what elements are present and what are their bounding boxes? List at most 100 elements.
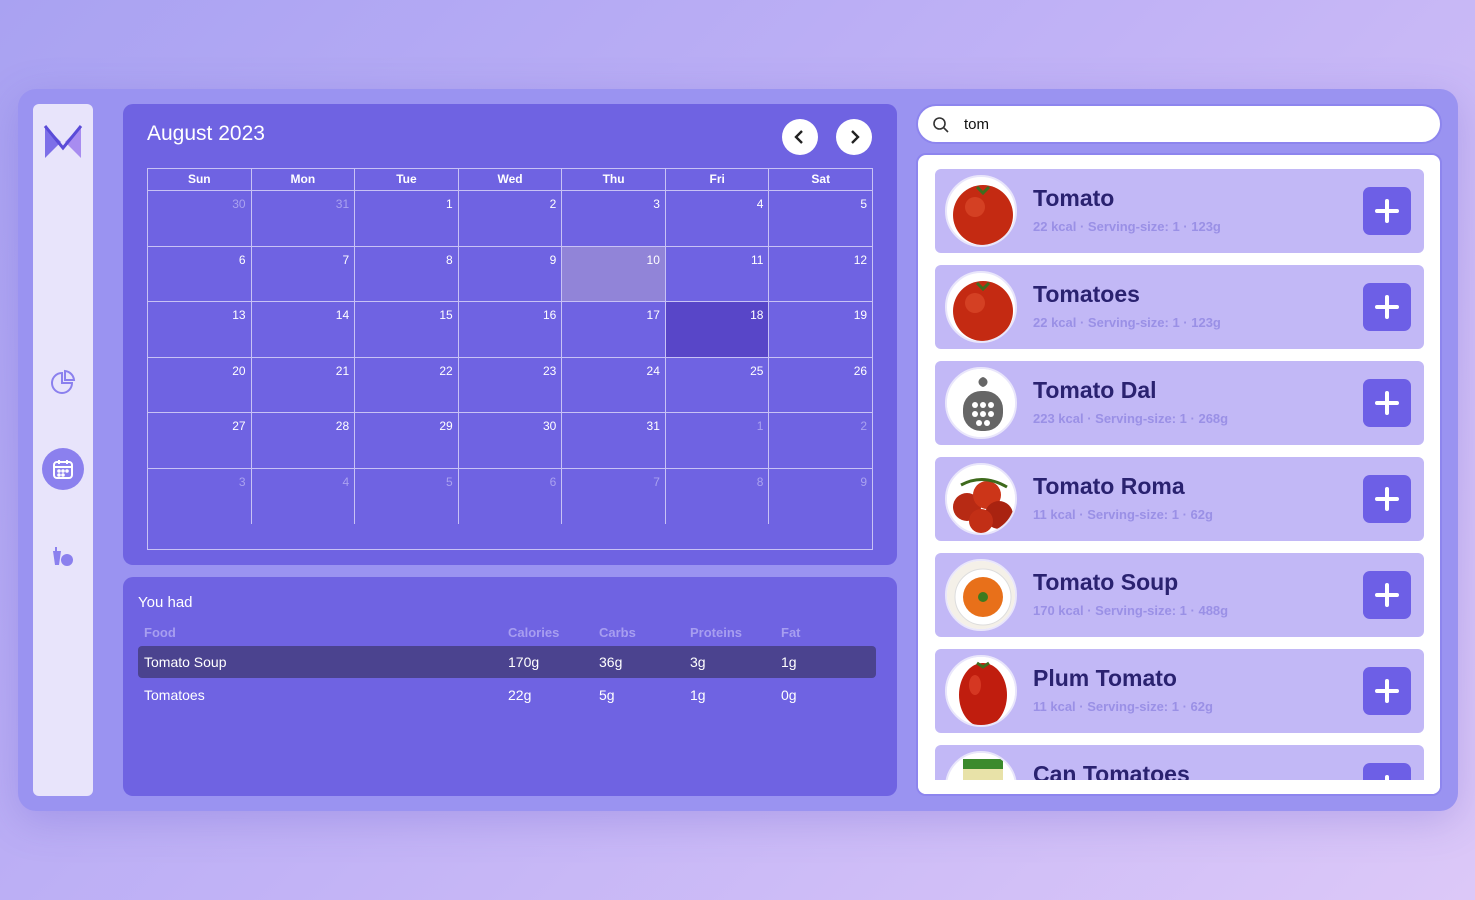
- cell-fat: 1g: [781, 654, 797, 670]
- calendar-day[interactable]: 25: [665, 357, 770, 413]
- food-result-item[interactable]: Tomato 22 kcal · Serving-size: 1 · 123g: [935, 169, 1424, 253]
- calendar-grid: Sun Mon Tue Wed Thu Fri Sat 30 31 1 2 3 4 5 6 7 8 9 10 11 1…: [147, 168, 873, 550]
- calendar-day[interactable]: 2: [769, 413, 873, 469]
- calendar-week: 13 14 15 16 17 18 19: [148, 302, 873, 358]
- food-log-title: You had: [138, 594, 193, 611]
- col-carbs: Carbs: [599, 625, 636, 640]
- calendar-day[interactable]: 30: [148, 191, 252, 247]
- calendar-day[interactable]: 8: [355, 246, 459, 302]
- col-fat: Fat: [781, 625, 801, 640]
- food-result-item[interactable]: Plum Tomato 11 kcal · Serving-size: 1 · 6…: [935, 649, 1424, 733]
- search-input[interactable]: tom: [916, 104, 1442, 144]
- food-log-header: Food Calories Carbs Proteins Fat: [138, 617, 876, 649]
- weekday-label: Tue: [355, 169, 459, 190]
- add-food-button[interactable]: [1363, 379, 1411, 427]
- plus-icon: [1375, 295, 1399, 319]
- food-thumbnail: [945, 559, 1017, 631]
- prev-month-button[interactable]: [782, 119, 818, 155]
- calendar-day[interactable]: 28: [251, 413, 356, 469]
- calendar-day[interactable]: 1: [665, 413, 770, 469]
- food-name: Plum Tomato: [1033, 665, 1177, 691]
- plus-icon: [1375, 583, 1399, 607]
- search-value: tom: [964, 116, 990, 133]
- plus-icon: [1375, 679, 1399, 703]
- calendar-day[interactable]: 14: [251, 302, 356, 358]
- calendar-day[interactable]: 31: [251, 191, 356, 247]
- col-food: Food: [144, 625, 176, 640]
- food-result-item[interactable]: Tomatoes 22 kcal · Serving-size: 1 · 123g: [935, 265, 1424, 349]
- cell-proteins: 3g: [690, 654, 706, 670]
- food-thumbnail: [945, 655, 1017, 727]
- calendar-day[interactable]: 20: [148, 357, 252, 413]
- calendar-day[interactable]: 4: [665, 191, 770, 247]
- calendar-day[interactable]: 1: [355, 191, 459, 247]
- calendar-day[interactable]: 23: [458, 357, 563, 413]
- calendar-day[interactable]: 5: [769, 191, 873, 247]
- calendar-icon[interactable]: [42, 448, 84, 490]
- food-name: Tomato Dal: [1033, 377, 1157, 403]
- calendar-day[interactable]: 5: [355, 468, 459, 524]
- add-food-button[interactable]: [1363, 475, 1411, 523]
- food-thumbnail: [945, 271, 1017, 343]
- calendar-day[interactable]: 16: [458, 302, 563, 358]
- calendar-day[interactable]: 8: [666, 468, 770, 524]
- calendar-day[interactable]: 27: [148, 413, 252, 469]
- weekday-label: Mon: [252, 169, 356, 190]
- table-row[interactable]: Tomatoes 22g 5g 1g 0g: [138, 679, 876, 711]
- calendar-day[interactable]: 7: [251, 246, 356, 302]
- weekday-label: Thu: [562, 169, 666, 190]
- calendar-panel: August 2023 Sun Mon Tue Wed Thu Fri Sat 30 31 1 2…: [123, 104, 897, 565]
- add-food-button[interactable]: [1363, 667, 1411, 715]
- food-nutrition-meta: 22 kcal · Serving-size: 1 · 123g: [1033, 219, 1221, 234]
- food-thumbnail: [945, 175, 1017, 247]
- calendar-day[interactable]: 9: [458, 246, 563, 302]
- add-food-button[interactable]: [1363, 571, 1411, 619]
- calendar-day[interactable]: 7: [562, 468, 666, 524]
- plus-icon: [1375, 487, 1399, 511]
- add-food-button[interactable]: [1363, 187, 1411, 235]
- calendar-day[interactable]: 31: [562, 413, 666, 469]
- food-result-item[interactable]: Tomato Dal 223 kcal · Serving-size: 1 · 2…: [935, 361, 1424, 445]
- calendar-day[interactable]: 22: [355, 357, 459, 413]
- calendar-day-today[interactable]: 10: [562, 246, 666, 302]
- food-log-panel: You had Food Calories Carbs Proteins Fat…: [123, 577, 897, 796]
- calendar-day[interactable]: 19: [769, 302, 873, 358]
- cell-calories: 170g: [508, 654, 540, 670]
- calendar-day-selected[interactable]: 18: [665, 302, 770, 358]
- weekday-label: Fri: [666, 169, 770, 190]
- next-month-button[interactable]: [836, 119, 872, 155]
- calendar-day[interactable]: 11: [665, 246, 770, 302]
- calendar-day[interactable]: 6: [459, 468, 563, 524]
- calendar-day[interactable]: 13: [148, 302, 252, 358]
- calendar-day[interactable]: 3: [562, 191, 666, 247]
- calendar-day[interactable]: 4: [252, 468, 356, 524]
- cell-calories: 22g: [508, 687, 532, 703]
- logo-icon[interactable]: [43, 122, 83, 162]
- add-food-button[interactable]: [1363, 283, 1411, 331]
- food-name: Tomato: [1033, 185, 1115, 211]
- chart-pie-icon[interactable]: [43, 362, 83, 402]
- food-nutrition-meta: 11 kcal · Serving-size: 1 · 62g: [1033, 699, 1213, 714]
- calendar-day[interactable]: 6: [148, 246, 252, 302]
- calendar-day[interactable]: 30: [458, 413, 563, 469]
- calendar-day[interactable]: 3: [148, 468, 252, 524]
- food-nutrition-meta: 22 kcal · Serving-size: 1 · 123g: [1033, 315, 1221, 330]
- food-result-item[interactable]: Tomato Roma 11 kcal · Serving-size: 1 · 6…: [935, 457, 1424, 541]
- cell-proteins: 1g: [690, 687, 706, 703]
- calendar-day[interactable]: 21: [251, 357, 356, 413]
- food-name: Tomatoes: [1033, 281, 1140, 307]
- calendar-day[interactable]: 29: [355, 413, 459, 469]
- calendar-day[interactable]: 24: [562, 357, 666, 413]
- weekday-label: Sun: [148, 169, 252, 190]
- calendar-day[interactable]: 26: [769, 358, 873, 413]
- food-icon[interactable]: [43, 538, 83, 578]
- calendar-day[interactable]: 12: [769, 247, 873, 302]
- calendar-day[interactable]: 9: [769, 469, 872, 525]
- table-row[interactable]: Tomato Soup 170g 36g 3g 1g: [138, 646, 876, 678]
- calendar-day[interactable]: 2: [458, 191, 563, 247]
- food-result-item[interactable]: Tomato Soup 170 kcal · Serving-size: 1 · …: [935, 553, 1424, 637]
- search-results-list[interactable]: Tomato 22 kcal · Serving-size: 1 · 123g To…: [916, 153, 1442, 796]
- col-proteins: Proteins: [690, 625, 743, 640]
- calendar-day[interactable]: 15: [355, 302, 459, 358]
- calendar-day[interactable]: 17: [562, 302, 666, 358]
